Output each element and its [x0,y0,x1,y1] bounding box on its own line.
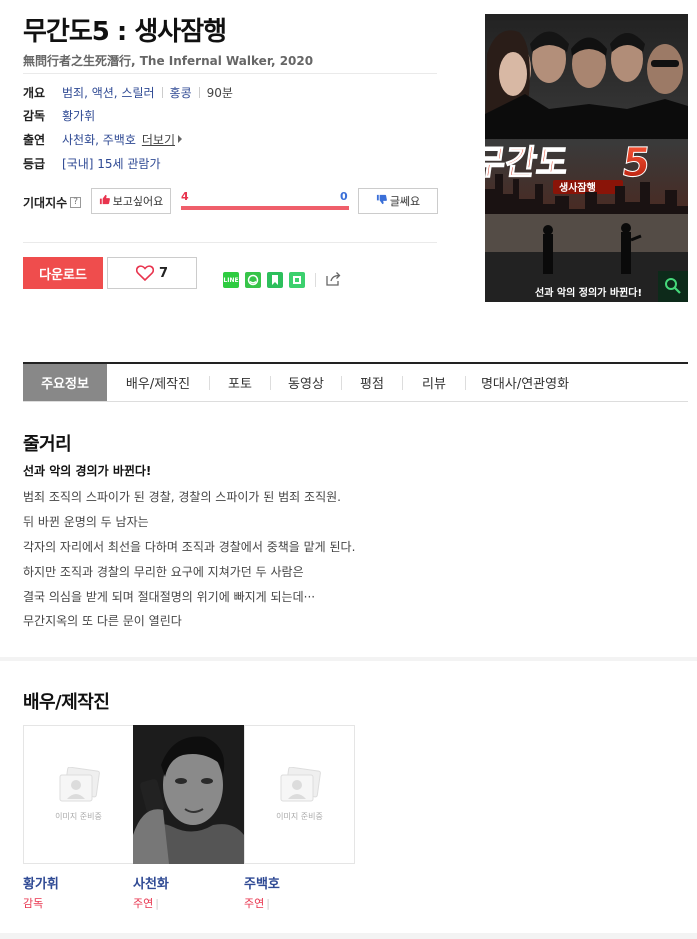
synopsis-line: 무간지옥의 또 다른 문이 열린다 [23,614,182,628]
role-separator: | [155,897,159,910]
poster-artwork: 무간도 5 생사잠행 선과 악의 정의가 바뀐다! [485,14,688,302]
cast-link[interactable]: 사천화, 주백호 [62,131,136,148]
no-image-caption: 이미지 준비중 [55,812,102,821]
want-count: 4 [181,190,189,203]
tab-photo[interactable]: 포토 [210,364,270,401]
image-placeholder-icon [59,767,100,802]
tab-cast-crew[interactable]: 배우/제작진 [107,364,209,401]
separator [161,86,163,98]
cast-role: 감독 [23,895,134,911]
more-cast-link[interactable]: 더보기 [142,131,175,148]
thumbs-down-icon [376,194,387,208]
no-image-placeholder: 이미지 준비중 [244,725,355,864]
no-image-placeholder: 이미지 준비중 [23,725,134,864]
overview-label: 개요 [23,85,46,100]
separator [198,86,200,98]
cast-card[interactable]: 이미지 준비중 주백호 주연 | [244,725,355,911]
cast-name[interactable]: 사천화 [133,873,244,892]
tab-main-info[interactable]: 주요정보 [23,364,107,401]
tab-quotes-related[interactable]: 명대사/연관영화 [466,364,584,401]
director-label: 감독 [23,108,46,123]
cast-label: 출연 [23,132,46,147]
want-label: 보고싶어요 [112,195,164,208]
rating-link[interactable]: [국내] 15세 관람가 [62,155,161,172]
tab-bar: 주요정보 배우/제작진 포토 동영상 평점 리뷰 명대사/연관영화 [23,362,688,402]
synopsis-line: 결국 의심을 받게 되며 절대절명의 위기에 빠지게 되는데··· [23,590,316,604]
heart-icon [135,265,154,281]
image-placeholder-icon [280,767,321,802]
synopsis-line: 범죄 조직의 스파이가 된 경찰, 경찰의 스파이가 된 범죄 조직원. [23,490,341,504]
tab-video[interactable]: 동영상 [271,364,341,401]
synopsis-line: 뒤 바뀐 운명의 두 남자는 [23,515,149,529]
role-separator: | [266,897,270,910]
nah-label: 글쎄요 [389,195,421,208]
cast-name[interactable]: 주백호 [244,873,355,892]
cast-role-text: 주연 [133,897,154,910]
nah-count: 0 [340,190,348,203]
info-cast-row: 출연 사천화, 주백호 더보기 [23,130,182,148]
cast-role-text: 주연 [244,897,265,910]
cast-name[interactable]: 황가휘 [23,873,134,892]
actor-photo [133,725,244,864]
rating-label: 등급 [23,156,46,171]
info-overview-row: 개요 범죄, 액션, 스릴러 홍콩 90분 [23,83,233,101]
cast-role: 주연 | [133,895,244,911]
want-to-see-button[interactable]: 보고싶어요 [91,188,171,214]
divider [23,73,437,74]
help-icon[interactable]: ? [70,197,82,208]
like-button[interactable]: 7 [107,257,197,289]
expect-ratio-bar [181,206,349,210]
kakaostory-icon[interactable] [267,272,283,288]
expect-ratio-fill [181,206,349,210]
download-button[interactable]: 다운로드 [23,257,103,289]
synopsis-line: 하지만 조직과 경찰의 무리한 요구에 지쳐가던 두 사람은 [23,565,304,579]
actor-photo-image [133,725,244,864]
country-link[interactable]: 홍콩 [170,84,192,101]
cast-heading: 배우/제작진 [23,692,110,713]
movie-poster[interactable]: 무간도 5 생사잠행 선과 악의 정의가 바뀐다! [485,14,688,302]
tab-review[interactable]: 리뷰 [403,364,465,401]
line-icon[interactable]: LINE [223,272,239,288]
share-arrow-icon[interactable] [326,271,342,289]
cast-role-text: 감독 [23,897,44,910]
no-image-caption: 이미지 준비중 [276,812,323,821]
movie-subtitle: 無問行者之生死潛行, The Infernal Walker, 2020 [23,54,314,68]
blog-icon[interactable] [289,272,305,288]
chevron-right-icon [178,135,182,143]
info-rating-row: 등급 [국내] 15세 관람가 [23,154,161,172]
tab-rating[interactable]: 평점 [342,364,402,401]
genres-link[interactable]: 범죄, 액션, 스릴러 [62,84,155,101]
synopsis-line: 각자의 자리에서 최선을 다하며 조직과 경찰에서 중책을 맡게 된다. [23,540,356,554]
band-icon[interactable] [245,272,261,288]
cast-role: 주연 | [244,895,355,911]
movie-title: 무간도5 : 생사잠행 [23,17,227,47]
share-separator [315,273,316,287]
runtime: 90분 [206,85,233,100]
like-count: 7 [158,265,169,281]
divider [23,242,437,243]
expect-label-text: 기대지수 [23,196,68,210]
not-sure-button[interactable]: 글쎄요 [358,188,438,214]
section-divider [0,933,697,939]
expect-label: 기대지수 ? [23,194,82,211]
info-director-row: 감독 황가휘 [23,106,95,124]
cast-card[interactable]: 사천화 주연 | [133,725,244,911]
share-bar: LINE [223,271,342,289]
section-divider [0,657,697,661]
synopsis-tagline: 선과 악의 경의가 바뀐다! [23,464,152,478]
synopsis-heading: 줄거리 [23,434,72,455]
cast-card[interactable]: 이미지 준비중 황가휘 감독 [23,725,134,911]
thumbs-up-icon [99,194,110,208]
director-link[interactable]: 황가휘 [62,107,95,124]
svg-text:선과 악의 정의가 바뀐다!: 선과 악의 정의가 바뀐다! [535,286,642,299]
